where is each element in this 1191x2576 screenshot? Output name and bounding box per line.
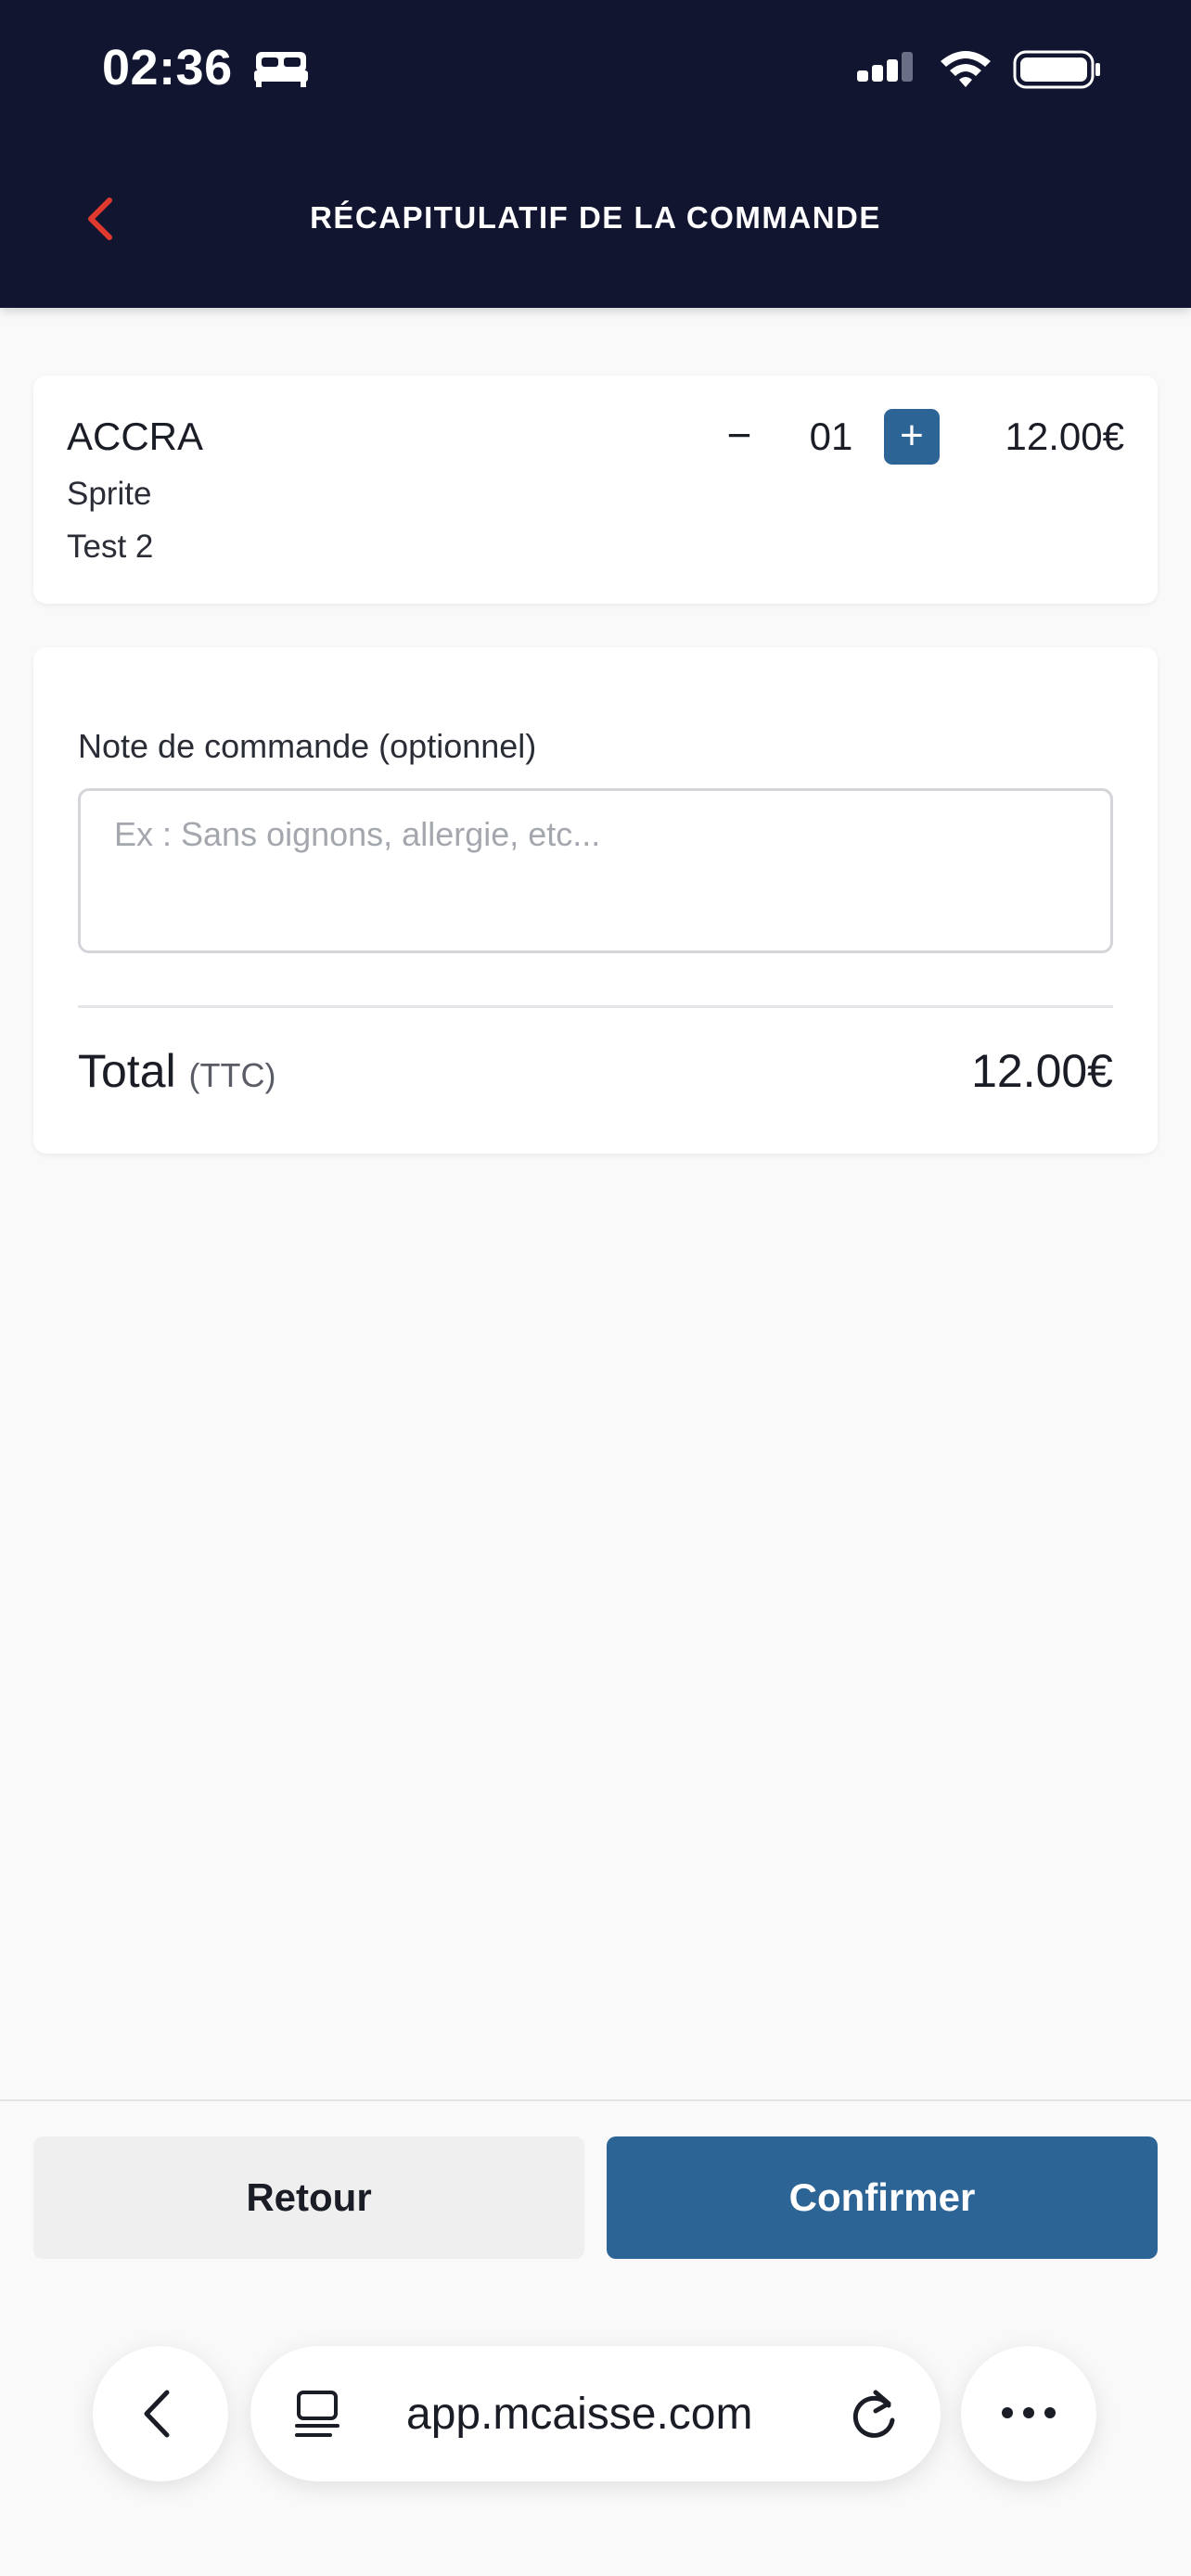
more-icon <box>1002 2407 1056 2418</box>
divider <box>78 1005 1113 1008</box>
item-option: Sprite <box>67 476 152 512</box>
note-total-card: Note de commande (optionnel) Total (TTC)… <box>33 647 1158 1154</box>
bed-icon <box>254 52 308 87</box>
chevron-left-icon <box>144 2390 170 2438</box>
decrease-quantity-button[interactable]: − <box>714 407 764 463</box>
browser-back-button[interactable] <box>93 2346 228 2481</box>
battery-icon <box>1013 50 1100 89</box>
item-option: Test 2 <box>67 529 154 565</box>
order-item-card: ACCRA Sprite Test 2 − 01 + 12.00€ <box>33 376 1158 604</box>
status-time: 02:36 <box>102 40 233 96</box>
wifi-icon <box>941 51 991 87</box>
tab-icon <box>295 2391 339 2437</box>
action-bar: Retour Confirmer <box>0 2099 1191 2576</box>
total-value: 12.00€ <box>971 1045 1113 1097</box>
url-text: app.mcaisse.com <box>406 2390 753 2439</box>
more-options-button[interactable] <box>961 2346 1096 2481</box>
page-title: RÉCAPITULATIF DE LA COMMANDE <box>310 200 881 235</box>
increase-quantity-button[interactable]: + <box>884 409 940 465</box>
confirm-button[interactable]: Confirmer <box>607 2136 1158 2259</box>
total-ttc-suffix: (TTC) <box>188 1056 276 1094</box>
app-header: 02:36 RÉCAPITULATIF DE LA COMMANDE <box>0 0 1191 308</box>
back-button[interactable]: Retour <box>33 2136 584 2259</box>
quantity-value: 01 <box>809 414 853 458</box>
reload-icon[interactable] <box>848 2385 902 2441</box>
item-name: ACCRA <box>67 414 204 458</box>
total-label: Total (TTC) <box>78 1044 276 1098</box>
signal-icon <box>857 52 913 82</box>
note-label: Note de commande (optionnel) <box>78 727 537 765</box>
total-label-text: Total <box>78 1045 176 1097</box>
order-note-input[interactable] <box>78 788 1113 953</box>
address-bar[interactable]: app.mcaisse.com <box>250 2346 941 2481</box>
item-price: 12.00€ <box>1005 414 1124 458</box>
